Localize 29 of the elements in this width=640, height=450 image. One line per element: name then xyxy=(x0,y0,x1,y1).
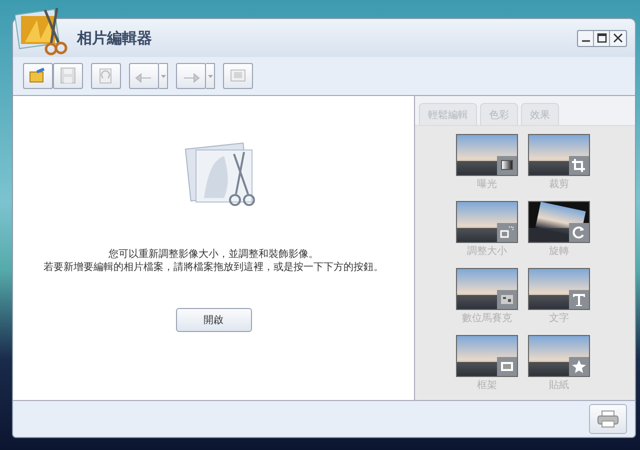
tool-label: 曝光 xyxy=(477,178,497,191)
tool-label: 框架 xyxy=(477,378,497,392)
caret-icon xyxy=(160,74,166,78)
caret-icon xyxy=(208,74,212,78)
landscape-thumbnail xyxy=(528,201,590,243)
dropdown-button[interactable] xyxy=(159,63,168,89)
tool-label: 數位馬賽克 xyxy=(462,312,512,325)
tool-label: 文字 xyxy=(549,312,569,325)
instruction-text: 您可以重新調整影像大小，並調整和裝飾影像。 若要新增要編輯的相片檔案，請將檔案拖放到這裡，或是按一下下方的按鈕。 xyxy=(44,248,384,274)
landscape-thumbnail xyxy=(456,335,518,377)
tool-label: 旋轉 xyxy=(549,244,569,258)
tool-label: 調整大小 xyxy=(467,244,507,258)
landscape-thumbnail xyxy=(528,134,590,176)
tool-label: 貼紙 xyxy=(549,378,569,392)
print-button[interactable] xyxy=(589,404,627,434)
landscape-thumbnail xyxy=(456,134,518,176)
printer-icon xyxy=(597,410,619,428)
landscape-thumbnail xyxy=(528,268,590,310)
tool-label: 裁剪 xyxy=(549,178,569,191)
landscape-thumbnail xyxy=(528,335,590,377)
maximize-icon xyxy=(596,33,606,43)
window-title: 相片編輯器 xyxy=(77,28,152,48)
dropdown-button[interactable] xyxy=(206,63,215,89)
open-button[interactable]: 開啟 xyxy=(176,308,252,332)
toolbar-button[interactable] xyxy=(23,63,53,89)
minimize-icon xyxy=(582,40,590,42)
landscape-thumbnail xyxy=(456,201,518,243)
landscape-thumbnail xyxy=(456,268,518,310)
close-icon xyxy=(613,33,623,43)
